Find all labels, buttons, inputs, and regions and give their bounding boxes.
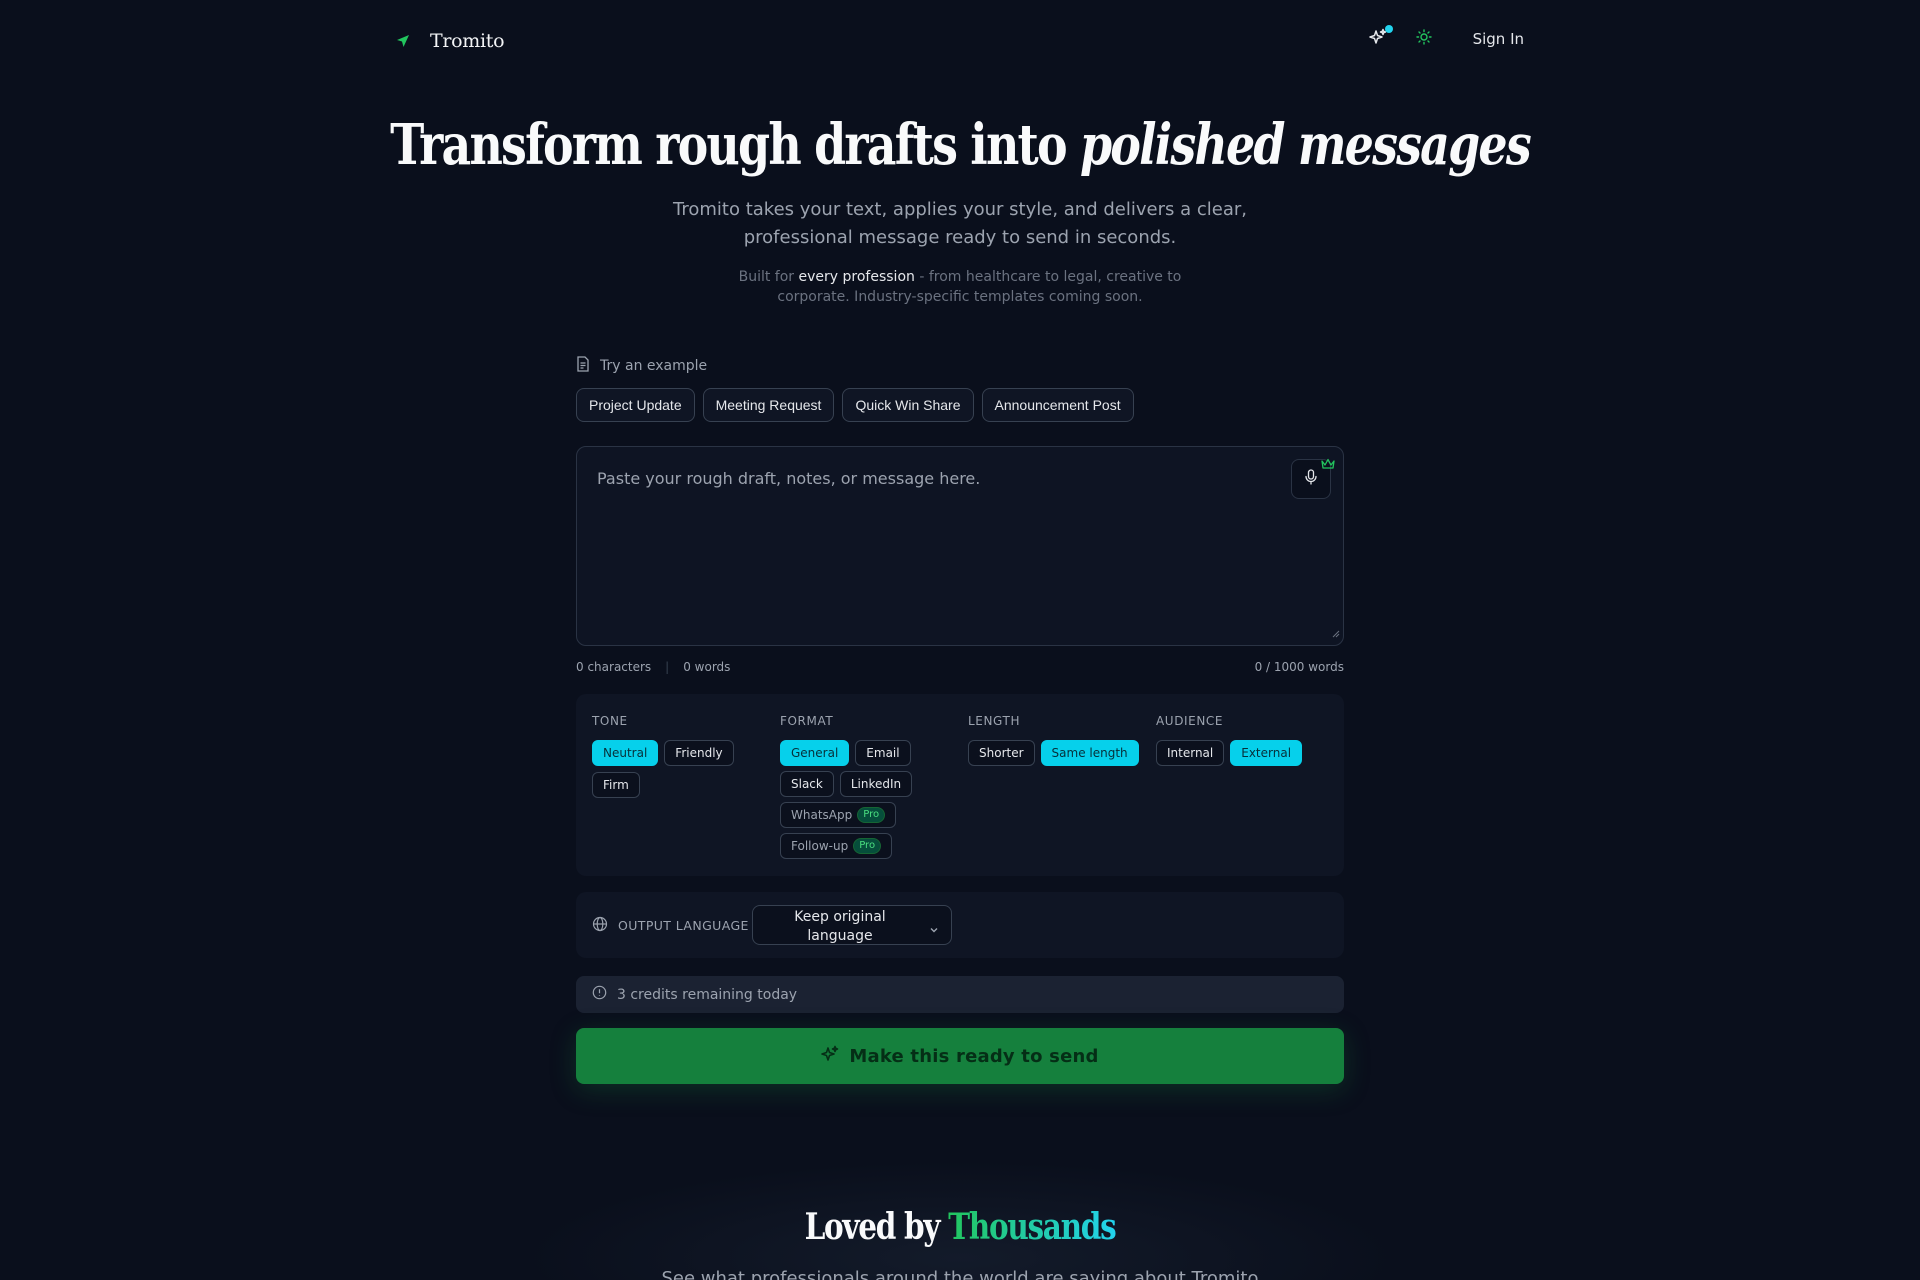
- format-title: FORMAT: [780, 714, 834, 728]
- audience-title: AUDIENCE: [1156, 714, 1224, 728]
- hero-title: Transform rough drafts into polished mes…: [173, 112, 1747, 178]
- theme-toggle[interactable]: [1413, 28, 1435, 50]
- output-language-label-text: OUTPUT LANGUAGE: [618, 918, 749, 933]
- hero-title-italic: polished messages: [1079, 112, 1532, 178]
- examples-label: Try an example: [576, 356, 707, 376]
- pro-badge: Pro: [857, 807, 886, 823]
- hero-note-prefix: Built for: [738, 269, 799, 285]
- brand[interactable]: Tromito: [396, 30, 505, 52]
- output-language-value: Keep original language: [794, 909, 886, 944]
- draft-counters: 0 characters | 0 words 0 / 1000 words: [576, 660, 1344, 678]
- crown-icon: [1321, 455, 1335, 474]
- globe-icon: [592, 916, 608, 935]
- testimonials-title-plain: Loved by: [804, 1206, 949, 1248]
- output-language-panel: OUTPUT LANGUAGE Keep original language: [576, 892, 1344, 958]
- format-option-linkedin[interactable]: LinkedIn: [839, 771, 913, 797]
- tone-option-friendly[interactable]: Friendly: [664, 740, 734, 766]
- output-language-label: OUTPUT LANGUAGE: [592, 916, 749, 935]
- example-chip-quick-win-share[interactable]: Quick Win Share: [842, 388, 974, 422]
- microphone-icon: [1305, 469, 1317, 489]
- example-chip-announcement-post[interactable]: Announcement Post: [981, 388, 1134, 422]
- sun-icon: [1415, 29, 1432, 49]
- tone-options: Neutral Friendly Firm: [592, 740, 752, 798]
- audience-option-internal[interactable]: Internal: [1156, 740, 1225, 766]
- hero-note-highlight: every profession: [798, 269, 915, 285]
- page: Tromito Sign In Transform rough drafts i…: [0, 0, 1920, 1280]
- credits-banner: 3 credits remaining today: [576, 976, 1344, 1013]
- format-option-whatsapp[interactable]: WhatsApp Pro: [780, 802, 897, 828]
- header-actions: Sign In: [1367, 25, 1524, 50]
- format-group: FORMAT General Email Slack LinkedIn What…: [780, 714, 930, 859]
- counters-left: 0 characters | 0 words: [576, 660, 730, 674]
- paper-plane-icon: [396, 34, 410, 48]
- format-option-follow-up[interactable]: Follow-up Pro: [780, 833, 893, 859]
- sparkles-icon: [821, 1045, 839, 1067]
- length-options: Shorter Same length: [968, 740, 1148, 766]
- format-option-general[interactable]: General: [780, 740, 850, 766]
- audience-option-external[interactable]: External: [1230, 740, 1303, 766]
- format-option-whatsapp-label: WhatsApp: [791, 808, 853, 822]
- tone-option-firm[interactable]: Firm: [592, 772, 640, 798]
- notification-dot: [1384, 25, 1393, 33]
- format-option-follow-up-label: Follow-up: [791, 839, 849, 853]
- length-group: LENGTH Shorter Same length: [968, 714, 1148, 766]
- make-ready-label: Make this ready to send: [849, 1045, 1099, 1067]
- testimonials-title: Loved by Thousands: [173, 1206, 1747, 1248]
- style-options-panel: TONE Neutral Friendly Firm FORMAT Genera…: [576, 694, 1344, 876]
- testimonials-title-accent: Thousands: [948, 1206, 1117, 1248]
- draft-textarea[interactable]: [577, 447, 1343, 645]
- example-chip-project-update[interactable]: Project Update: [576, 388, 695, 422]
- examples-label-text: Try an example: [600, 358, 708, 374]
- tone-option-neutral[interactable]: Neutral: [592, 740, 659, 766]
- hero-title-plain: Transform rough drafts into: [390, 112, 1080, 178]
- word-limit: 0 / 1000 words: [1254, 660, 1344, 674]
- format-option-slack[interactable]: Slack: [780, 771, 834, 797]
- sparkles-icon: [1368, 28, 1387, 50]
- brand-name: Tromito: [430, 30, 505, 52]
- word-count: 0 words: [683, 660, 731, 674]
- sign-in-link[interactable]: Sign In: [1473, 30, 1524, 48]
- hero-subtitle: Tromito takes your text, applies your st…: [673, 199, 1247, 248]
- pro-badge: Pro: [853, 838, 882, 854]
- length-option-same-length[interactable]: Same length: [1040, 740, 1139, 766]
- testimonials-subtitle: See what professionals around the world …: [661, 1268, 1259, 1280]
- chevron-down-icon: [929, 920, 939, 939]
- make-ready-button[interactable]: Make this ready to send: [576, 1028, 1344, 1084]
- info-icon: [592, 985, 607, 1004]
- character-count: 0 characters: [576, 660, 652, 674]
- hero-note: Built for every profession - from health…: [710, 267, 1210, 307]
- draft-editor: [576, 446, 1344, 646]
- output-language-select[interactable]: Keep original language: [752, 905, 952, 945]
- top-nav: Tromito Sign In: [0, 0, 1920, 88]
- whats-new-button[interactable]: [1367, 25, 1393, 50]
- length-option-shorter[interactable]: Shorter: [968, 740, 1035, 766]
- example-chip-meeting-request[interactable]: Meeting Request: [702, 388, 835, 422]
- example-chips: Project Update Meeting Request Quick Win…: [576, 388, 1134, 422]
- audience-group: AUDIENCE Internal External: [1156, 714, 1336, 766]
- audience-options: Internal External: [1156, 740, 1336, 766]
- resize-handle[interactable]: [1332, 623, 1340, 642]
- format-options: General Email Slack LinkedIn WhatsApp Pr…: [780, 740, 930, 859]
- tone-title: TONE: [592, 714, 628, 728]
- document-icon: [576, 356, 590, 376]
- format-option-email[interactable]: Email: [855, 740, 911, 766]
- length-title: LENGTH: [968, 714, 1021, 728]
- tone-group: TONE Neutral Friendly Firm: [592, 714, 752, 798]
- credits-text: 3 credits remaining today: [617, 986, 798, 1003]
- counter-divider: |: [665, 660, 670, 674]
